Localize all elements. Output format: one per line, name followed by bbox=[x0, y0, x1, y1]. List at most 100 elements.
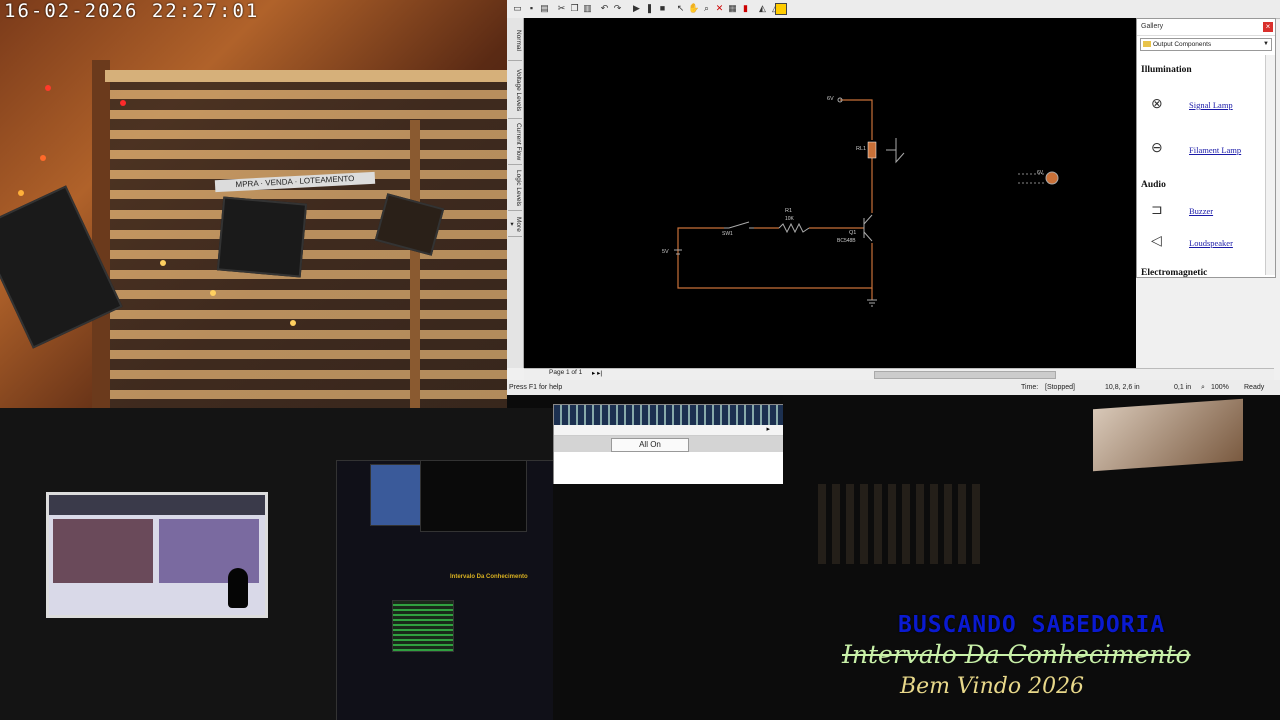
view-mode-tabs: Normal Voltage Levels Current Flow Logic… bbox=[507, 18, 524, 368]
section-audio: Audio bbox=[1141, 180, 1166, 190]
overlay-title: BUSCANDO SABEDORIA bbox=[898, 612, 1166, 638]
christmas-light bbox=[210, 290, 216, 296]
gallery-title: Gallery bbox=[1141, 23, 1164, 30]
redo-icon[interactable]: ↷ bbox=[612, 3, 623, 14]
copy-icon[interactable]: ❐ bbox=[569, 3, 580, 14]
play-icon[interactable]: ▶ bbox=[631, 3, 642, 14]
section-illumination: Illumination bbox=[1141, 65, 1192, 75]
gallery-category-select[interactable]: Output Components ▼ bbox=[1140, 38, 1272, 51]
undo-icon[interactable]: ↶ bbox=[599, 3, 610, 14]
monitor-header bbox=[49, 495, 265, 515]
figurine bbox=[228, 568, 248, 608]
print-icon[interactable]: ▤ bbox=[539, 3, 550, 14]
status-help: Press F1 for help bbox=[509, 384, 563, 391]
projector-image bbox=[1093, 398, 1243, 472]
label-r1-value: 10K bbox=[785, 216, 794, 222]
label-lamp: 6V bbox=[1037, 170, 1044, 176]
window-grille bbox=[818, 484, 983, 564]
circuit-diagram bbox=[674, 97, 1059, 307]
open-folder-icon[interactable]: ▭ bbox=[512, 3, 523, 14]
section-electromagnetic: Electromagnetic bbox=[1141, 268, 1208, 278]
switch-sw1 bbox=[724, 221, 754, 229]
loudspeaker-icon[interactable]: ◁ bbox=[1151, 232, 1162, 249]
relay-coil bbox=[867, 141, 877, 159]
stop-icon[interactable]: ■ bbox=[657, 3, 668, 14]
camera-feed-porch: MPRA · VENDA · LOTEAMENTO 16-02-2026 22:… bbox=[0, 0, 507, 408]
christmas-light bbox=[120, 100, 126, 106]
relay-contact bbox=[886, 138, 905, 164]
christmas-light bbox=[290, 320, 296, 326]
tab-normal[interactable]: Normal bbox=[508, 20, 522, 61]
label-rl1: RL1 bbox=[856, 146, 867, 152]
resistor-r1 bbox=[778, 222, 810, 234]
wooden-slat-gate bbox=[105, 70, 507, 408]
tab-current-flow[interactable]: Current Flow bbox=[508, 120, 522, 165]
monitor-banner: Intervalo Da Conhecimento bbox=[450, 574, 528, 580]
circuit-canvas[interactable]: 6V RL1 R1 10K SW1 Q1 BC548B 5V 6V bbox=[524, 18, 1136, 368]
gallery-scrollbar[interactable] bbox=[1265, 55, 1275, 275]
filament-lamp-icon[interactable]: ⊖ bbox=[1151, 139, 1163, 156]
camera-timestamp: 16-02-2026 22:27:01 bbox=[4, 0, 260, 22]
audio-meters bbox=[392, 600, 454, 652]
label-q1-model: BC548B bbox=[837, 238, 856, 244]
scroll-thumb[interactable] bbox=[874, 371, 1056, 379]
link-filament-lamp[interactable]: Filament Lamp bbox=[1189, 145, 1241, 155]
save-icon[interactable]: ▪ bbox=[526, 3, 537, 14]
page-nav-arrows[interactable]: ▸ ▸| bbox=[592, 369, 602, 377]
control-window-toolbar: All On bbox=[554, 436, 784, 452]
delete-icon[interactable]: ✕ bbox=[714, 3, 725, 14]
tab-logic-levels[interactable]: Logic Levels bbox=[508, 166, 522, 211]
wire-6v bbox=[840, 99, 873, 140]
gate-bar bbox=[410, 120, 420, 408]
zoom-icon: ⌕ bbox=[1201, 384, 1205, 391]
gallery-title-bar: Gallery × bbox=[1137, 19, 1275, 36]
signal-lamp-icon[interactable]: ⊗ bbox=[1151, 95, 1163, 112]
status-time-value: [Stopped] bbox=[1045, 384, 1075, 391]
label-q1: Q1 bbox=[849, 230, 857, 236]
gate-post bbox=[92, 60, 110, 408]
label-5v: 5V bbox=[662, 249, 669, 255]
horizontal-scrollbar[interactable]: Page 1 of 1 ▸ ▸| bbox=[524, 368, 1274, 380]
monitor-video-tile bbox=[53, 519, 153, 583]
zoom-icon[interactable]: ⌕ bbox=[701, 3, 712, 14]
buzzer-icon[interactable]: ⊐ bbox=[1151, 201, 1163, 218]
chevron-down-icon: ▼ bbox=[1263, 41, 1269, 47]
close-icon[interactable]: × bbox=[1263, 22, 1273, 32]
control-window: ▸ All On bbox=[553, 404, 785, 486]
graph-icon[interactable]: ◭ bbox=[757, 3, 768, 14]
gallery-category-value: Output Components bbox=[1153, 41, 1212, 48]
status-coords: 10,8, 2,6 in bbox=[1105, 384, 1140, 391]
probe-icon[interactable]: ▮ bbox=[740, 3, 751, 14]
wire-loop bbox=[677, 227, 873, 289]
control-window-scrollbar[interactable]: ▸ bbox=[554, 425, 784, 436]
label-r1: R1 bbox=[785, 208, 793, 214]
link-buzzer[interactable]: Buzzer bbox=[1189, 206, 1213, 216]
status-step: 0,1 in bbox=[1174, 384, 1192, 391]
tab-more[interactable]: More ▾ bbox=[508, 212, 522, 237]
toolbar: ▭ ▪ ▤ ✂ ❐ ▥ ↶ ↷ ▶ ❚ ■ ↖ ✋ ⌕ ✕ ▦ ▮ ◭ ◮ bbox=[507, 0, 1280, 19]
pointer-icon[interactable]: ↖ bbox=[675, 3, 686, 14]
camera-feed-studio: Intervalo Da Conhecimento bbox=[0, 408, 553, 720]
christmas-light bbox=[18, 190, 24, 196]
paste-icon[interactable]: ▥ bbox=[582, 3, 593, 14]
gallery-toggle-icon[interactable] bbox=[775, 3, 787, 15]
hand-icon[interactable]: ✋ bbox=[688, 3, 699, 14]
ground-symbol bbox=[867, 299, 877, 307]
link-loudspeaker[interactable]: Loudspeaker bbox=[1189, 238, 1233, 248]
status-state: Ready bbox=[1244, 384, 1265, 391]
gallery-panel: Gallery × Output Components ▼ Illuminati… bbox=[1136, 18, 1276, 278]
status-bar: Press F1 for help Time: [Stopped] 10,8, … bbox=[507, 380, 1280, 395]
pause-icon[interactable]: ❚ bbox=[644, 3, 655, 14]
transistor-leads bbox=[863, 214, 873, 242]
component-icon[interactable]: ▦ bbox=[727, 3, 738, 14]
christmas-light bbox=[160, 260, 166, 266]
chevron-right-icon[interactable]: ▸ bbox=[766, 425, 770, 433]
label-sw1: SW1 bbox=[722, 231, 733, 237]
page-indicator: Page 1 of 1 bbox=[549, 369, 583, 376]
link-signal-lamp[interactable]: Signal Lamp bbox=[1189, 100, 1233, 110]
editing-thumbnail bbox=[370, 464, 422, 526]
tab-voltage-levels[interactable]: Voltage Levels bbox=[508, 62, 522, 119]
cut-icon[interactable]: ✂ bbox=[556, 3, 567, 14]
control-window-header bbox=[554, 405, 784, 425]
all-on-button[interactable]: All On bbox=[611, 438, 689, 452]
